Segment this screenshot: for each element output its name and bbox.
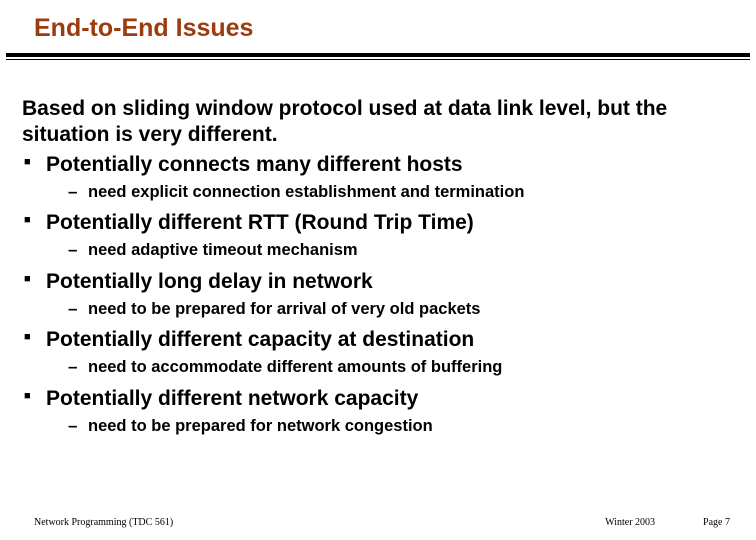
- sub-list: need to be prepared for network congesti…: [46, 415, 736, 437]
- footer-course: Network Programming (TDC 561): [34, 517, 173, 528]
- sub-item: need adaptive timeout mechanism: [46, 239, 736, 261]
- bullet-text: Potentially different RTT (Round Trip Ti…: [46, 211, 474, 234]
- bullet-item: Potentially different RTT (Round Trip Ti…: [22, 209, 736, 262]
- bullet-text: Potentially long delay in network: [46, 270, 373, 293]
- bullet-text: Potentially different network capacity: [46, 387, 418, 410]
- footer-term: Winter 2003: [605, 517, 655, 528]
- intro-text: Based on sliding window protocol used at…: [22, 96, 736, 149]
- footer: Network Programming (TDC 561) Winter 200…: [0, 517, 756, 528]
- sub-item: need to be prepared for network congesti…: [46, 415, 736, 437]
- slide: End-to-End Issues Based on sliding windo…: [0, 0, 756, 540]
- slide-title: End-to-End Issues: [34, 14, 756, 43]
- sub-item: need explicit connection establishment a…: [46, 181, 736, 203]
- sub-list: need to accommodate different amounts of…: [46, 356, 736, 378]
- title-block: End-to-End Issues: [0, 0, 756, 43]
- sub-list: need explicit connection establishment a…: [46, 181, 736, 203]
- bullet-item: Potentially different capacity at destin…: [22, 326, 736, 379]
- bullet-list: Potentially connects many different host…: [22, 151, 736, 438]
- sub-list: need adaptive timeout mechanism: [46, 239, 736, 261]
- bullet-item: Potentially connects many different host…: [22, 151, 736, 204]
- title-rule-thick: [6, 53, 750, 57]
- sub-item: need to be prepared for arrival of very …: [46, 298, 736, 320]
- bullet-item: Potentially different network capacity n…: [22, 385, 736, 438]
- bullet-text: Potentially different capacity at destin…: [46, 328, 474, 351]
- bullet-item: Potentially long delay in network need t…: [22, 268, 736, 321]
- content-area: Based on sliding window protocol used at…: [0, 60, 756, 437]
- sub-item: need to accommodate different amounts of…: [46, 356, 736, 378]
- bullet-text: Potentially connects many different host…: [46, 153, 463, 176]
- footer-page: Page 7: [703, 517, 730, 528]
- footer-right: Winter 2003 Page 7: [605, 517, 730, 528]
- sub-list: need to be prepared for arrival of very …: [46, 298, 736, 320]
